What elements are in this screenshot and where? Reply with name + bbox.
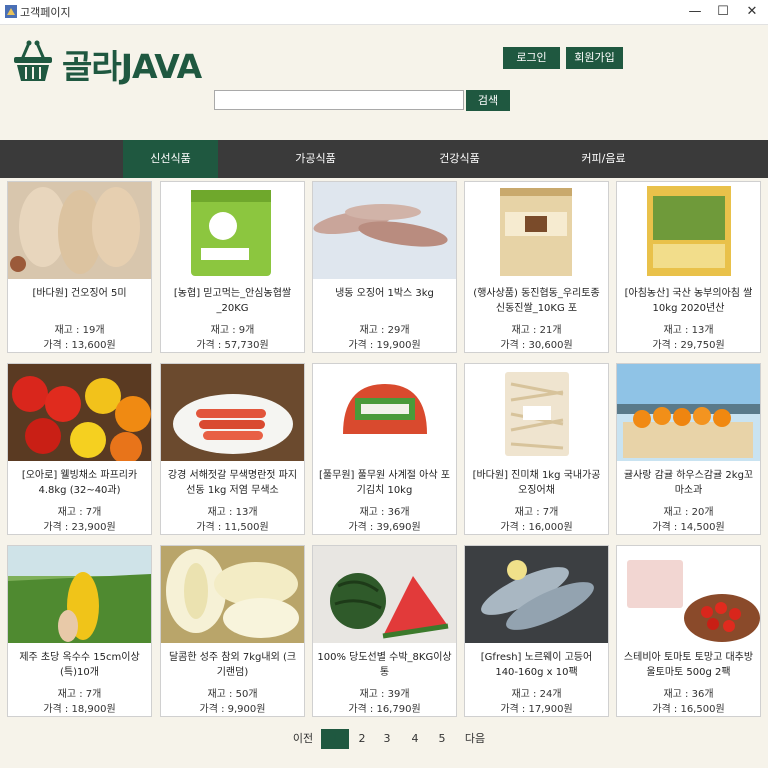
- page-button-2[interactable]: 2: [352, 729, 372, 749]
- page-button-3[interactable]: 3: [377, 729, 397, 749]
- prev-page-button[interactable]: 이전: [288, 729, 318, 749]
- page-button-5[interactable]: 5: [432, 729, 452, 749]
- maximize-button[interactable]: ☐: [708, 0, 738, 24]
- product-image-watermelon: [313, 546, 456, 643]
- product-card[interactable]: 귤사랑 감귤 하우스감귤 2kg꼬마소과 재고 : 20개 가격 : 14,50…: [616, 363, 761, 535]
- minimize-button[interactable]: —: [680, 0, 710, 24]
- product-image-tangerines: [617, 364, 760, 461]
- product-name: (행사상품) 동진협동_우리토종신동진쌀_10KG 포: [473, 288, 600, 314]
- signup-button[interactable]: 회원가입: [566, 47, 623, 69]
- product-price: 가격 : 16,790원: [348, 704, 421, 715]
- product-name: [풀무원] 풀무원 사계절 아삭 포기김치 10kg: [319, 470, 450, 496]
- category-nav: 신선식품 가공식품 건강식품 커피/음료: [0, 140, 768, 178]
- product-name: [농협] 믿고먹는_안심농협쌀_20KG: [173, 288, 292, 314]
- product-card[interactable]: [바다원] 건오징어 5미 재고 : 19개 가격 : 13,600원: [7, 181, 152, 353]
- product-price: 가격 : 30,600원: [500, 340, 573, 351]
- product-name: 스테비아 토마토 토망고 대추방울토마토 500g 2팩: [623, 652, 754, 678]
- product-image-kimchi: [313, 364, 456, 461]
- product-image-dried-squid-strips: [465, 364, 608, 461]
- product-price: 가격 : 29,750원: [652, 340, 725, 351]
- product-stock: 재고 : 9개: [210, 325, 255, 336]
- product-price: 가격 : 9,900원: [199, 704, 266, 715]
- product-price: 가격 : 57,730원: [196, 340, 269, 351]
- product-card[interactable]: [바다원] 진미채 1kg 국내가공 오징어채 재고 : 7개 가격 : 16,…: [464, 363, 609, 535]
- product-card[interactable]: (행사상품) 동진협동_우리토종신동진쌀_10KG 포 재고 : 21개 가격 …: [464, 181, 609, 353]
- product-name: 냉동 오징어 1박스 3kg: [335, 288, 434, 299]
- product-image-pollock-roe: [161, 364, 304, 461]
- product-card[interactable]: 강경 서해젓갈 무색명란젓 파지 선동 1kg 저염 무색소 재고 : 13개 …: [160, 363, 305, 535]
- product-price: 가격 : 23,900원: [43, 522, 116, 533]
- close-button[interactable]: ✕: [737, 0, 767, 24]
- search-input[interactable]: [214, 90, 464, 110]
- search-button[interactable]: 검색: [466, 90, 510, 111]
- product-card[interactable]: 스테비아 토마토 토망고 대추방울토마토 500g 2팩 재고 : 36개 가격…: [616, 545, 761, 717]
- product-image-dried-squid: [8, 182, 151, 279]
- page-button-1[interactable]: 1: [321, 729, 349, 749]
- product-image-corn: [8, 546, 151, 643]
- tab-processed-food[interactable]: 가공식품: [268, 140, 363, 178]
- product-price: 가격 : 13,600원: [43, 340, 116, 351]
- product-image-cherry-tomatoes: [617, 546, 760, 643]
- product-price: 가격 : 17,900원: [500, 704, 573, 715]
- product-name: 귤사랑 감귤 하우스감귤 2kg꼬마소과: [623, 470, 754, 496]
- product-price: 가격 : 19,900원: [348, 340, 421, 351]
- product-name: 강경 서해젓갈 무색명란젓 파지 선동 1kg 저염 무색소: [167, 470, 298, 496]
- tab-coffee-drinks[interactable]: 커피/음료: [556, 140, 651, 178]
- product-price: 가격 : 11,500원: [196, 522, 269, 533]
- basket-icon: [14, 40, 52, 81]
- product-card[interactable]: [풀무원] 풀무원 사계절 아삭 포기김치 10kg 재고 : 36개 가격 :…: [312, 363, 457, 535]
- product-stock: 재고 : 20개: [663, 507, 714, 518]
- product-stock: 재고 : 19개: [54, 325, 105, 336]
- product-stock: 재고 : 7개: [57, 507, 102, 518]
- product-price: 가격 : 14,500원: [652, 522, 725, 533]
- product-image-rice-bag: [161, 182, 304, 279]
- product-card[interactable]: 냉동 오징어 1박스 3kg 재고 : 29개 가격 : 19,900원: [312, 181, 457, 353]
- product-card[interactable]: [농협] 믿고먹는_안심농협쌀_20KG 재고 : 9개 가격 : 57,730…: [160, 181, 305, 353]
- product-price: 가격 : 16,500원: [652, 704, 725, 715]
- product-stock: 재고 : 39개: [359, 689, 410, 700]
- product-name: [바다원] 건오징어 5미: [32, 288, 127, 299]
- brand-name: 골라JAVA: [62, 47, 202, 86]
- product-image-mackerel: [465, 546, 608, 643]
- next-page-button[interactable]: 다음: [460, 729, 490, 749]
- product-price: 가격 : 39,690원: [348, 522, 421, 533]
- product-image-frozen-squid: [313, 182, 456, 279]
- product-name: 달콤한 성주 참외 7kg내외 (크기랜덤): [168, 652, 297, 678]
- product-stock: 재고 : 21개: [511, 325, 562, 336]
- product-name: [오아로] 웰빙채소 파프리카 4.8kg (32~40과): [21, 470, 138, 496]
- product-image-korean-melon: [161, 546, 304, 643]
- product-card[interactable]: [아침농산] 국산 농부의아침 쌀 10kg 2020년산 재고 : 13개 가…: [616, 181, 761, 353]
- window-titlebar: 고객페이지 — ☐ ✕: [0, 0, 768, 25]
- tab-fresh-food[interactable]: 신선식품: [123, 140, 218, 178]
- product-card[interactable]: 100% 당도선별 수박_8KG이상 통 재고 : 39개 가격 : 16,79…: [312, 545, 457, 717]
- product-image-paprika: [8, 364, 151, 461]
- product-name: [아침농산] 국산 농부의아침 쌀 10kg 2020년산: [624, 288, 753, 314]
- product-image-morning-rice: [617, 182, 760, 279]
- login-button[interactable]: 로그인: [503, 47, 560, 69]
- product-stock: 재고 : 24개: [511, 689, 562, 700]
- product-stock: 재고 : 36개: [663, 689, 714, 700]
- product-name: [Gfresh] 노르웨이 고등어 140-160g x 10팩: [480, 652, 593, 678]
- product-card[interactable]: [Gfresh] 노르웨이 고등어 140-160g x 10팩 재고 : 24…: [464, 545, 609, 717]
- product-name: 100% 당도선별 수박_8KG이상 통: [317, 652, 452, 678]
- product-name: [바다원] 진미채 1kg 국내가공 오징어채: [472, 470, 601, 496]
- window-title: 고객페이지: [20, 6, 71, 19]
- page-button-4[interactable]: 4: [405, 729, 425, 749]
- product-stock: 재고 : 50개: [207, 689, 258, 700]
- product-card[interactable]: [오아로] 웰빙채소 파프리카 4.8kg (32~40과) 재고 : 7개 가…: [7, 363, 152, 535]
- product-image-shindongjin-rice: [465, 182, 608, 279]
- product-card[interactable]: 제주 초당 옥수수 15cm이상(특)10개 재고 : 7개 가격 : 18,9…: [7, 545, 152, 717]
- tab-health-food[interactable]: 건강식품: [412, 140, 507, 178]
- product-card[interactable]: 달콤한 성주 참외 7kg내외 (크기랜덤) 재고 : 50개 가격 : 9,9…: [160, 545, 305, 717]
- product-stock: 재고 : 13개: [663, 325, 714, 336]
- app-icon: [5, 5, 17, 18]
- product-stock: 재고 : 13개: [207, 507, 258, 518]
- product-stock: 재고 : 29개: [359, 325, 410, 336]
- product-name: 제주 초당 옥수수 15cm이상(특)10개: [19, 652, 140, 678]
- product-price: 가격 : 16,000원: [500, 522, 573, 533]
- product-stock: 재고 : 36개: [359, 507, 410, 518]
- product-stock: 재고 : 7개: [57, 689, 102, 700]
- product-price: 가격 : 18,900원: [43, 704, 116, 715]
- product-stock: 재고 : 7개: [514, 507, 559, 518]
